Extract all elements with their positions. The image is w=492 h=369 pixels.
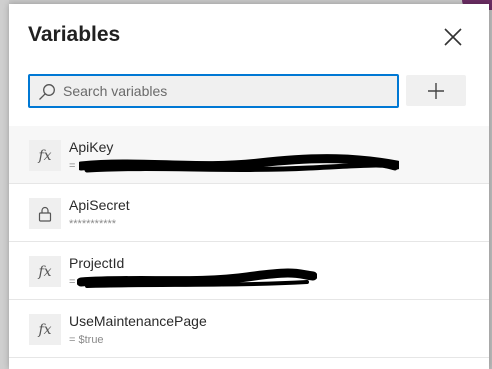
close-icon (444, 28, 462, 46)
variable-name: ApiSecret (69, 197, 130, 213)
fx-icon: fx (29, 140, 61, 171)
search-input[interactable] (63, 78, 388, 104)
fx-icon: fx (29, 256, 61, 287)
backdrop-left (0, 0, 9, 369)
variable-name: ApiKey (69, 139, 114, 155)
variable-value: = •••••••••••••••••• (69, 276, 148, 288)
lock-icon (29, 198, 61, 229)
close-button[interactable] (441, 25, 465, 49)
add-variable-button[interactable] (406, 75, 466, 106)
variable-row-apikey[interactable]: fx ApiKey = •••••••••••••••••••••• (9, 126, 489, 184)
panel-title: Variables (28, 23, 121, 46)
search-icon (39, 84, 55, 100)
variable-row-projectid[interactable]: fx ProjectId = •••••••••••••••••• (9, 242, 489, 300)
variable-value: = $true (69, 334, 104, 346)
variable-name: UseMaintenancePage (69, 313, 207, 329)
variable-row-usemaintenancepage[interactable]: fx UseMaintenancePage = $true (9, 300, 489, 358)
variables-list: fx ApiKey = •••••••••••••••••••••• ApiSe… (9, 126, 489, 358)
variables-panel: Variables fx ApiKey = ••••••••••••••••••… (9, 4, 489, 369)
variable-value: *********** (69, 218, 117, 230)
plus-icon (428, 83, 444, 99)
variable-row-apisecret[interactable]: ApiSecret *********** (9, 184, 489, 242)
fx-icon: fx (29, 314, 61, 345)
variable-name: ProjectId (69, 255, 125, 271)
search-box[interactable] (28, 74, 399, 108)
variable-value: = •••••••••••••••••••••• (69, 160, 164, 172)
